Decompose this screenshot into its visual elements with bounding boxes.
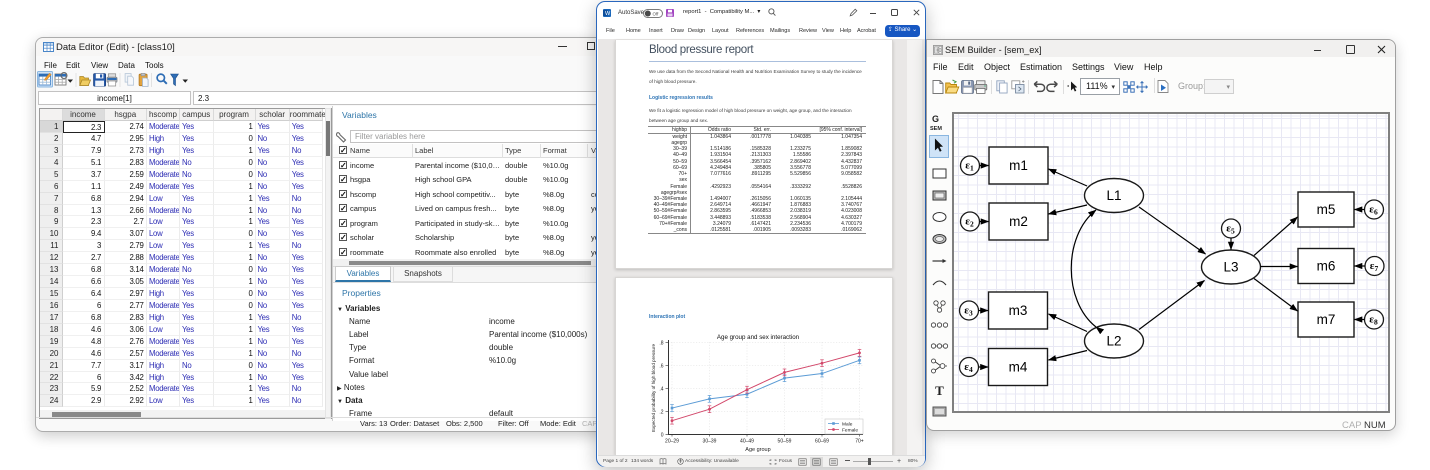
svg-text:40–49: 40–49	[740, 439, 754, 445]
svg-text:m4: m4	[1009, 360, 1028, 375]
svg-text:.8: .8	[659, 340, 663, 346]
svg-text:L1: L1	[1106, 188, 1121, 203]
svg-text:m1: m1	[1009, 158, 1028, 173]
svg-text:.6: .6	[659, 363, 663, 369]
svg-text:20–29: 20–29	[665, 439, 679, 445]
svg-text:W: W	[605, 11, 611, 17]
svg-text:m6: m6	[1317, 259, 1336, 274]
svg-text:30–39: 30–39	[703, 439, 717, 445]
svg-text:Off: Off	[653, 11, 660, 16]
svg-text:L3: L3	[1223, 260, 1238, 275]
svg-text:Male: Male	[842, 422, 853, 428]
svg-text:m2: m2	[1009, 214, 1028, 229]
svg-text:m7: m7	[1317, 312, 1336, 327]
svg-text:Expected probability of high b: Expected probability of high blood press…	[651, 344, 656, 433]
svg-text:Age group: Age group	[745, 447, 770, 453]
svg-text:m5: m5	[1317, 202, 1336, 217]
svg-text:.2: .2	[659, 409, 663, 415]
svg-text:0: 0	[661, 432, 664, 438]
svg-text:T: T	[935, 383, 944, 398]
svg-text:.4: .4	[659, 386, 663, 392]
svg-text:60–69: 60–69	[815, 439, 829, 445]
svg-text:m3: m3	[1009, 303, 1028, 318]
svg-text:50–59: 50–59	[778, 439, 792, 445]
svg-text:Female: Female	[842, 428, 858, 434]
svg-text:L2: L2	[1106, 334, 1121, 349]
svg-text:70+: 70+	[855, 439, 864, 445]
svg-text:Age group and sex interaction: Age group and sex interaction	[717, 334, 800, 341]
